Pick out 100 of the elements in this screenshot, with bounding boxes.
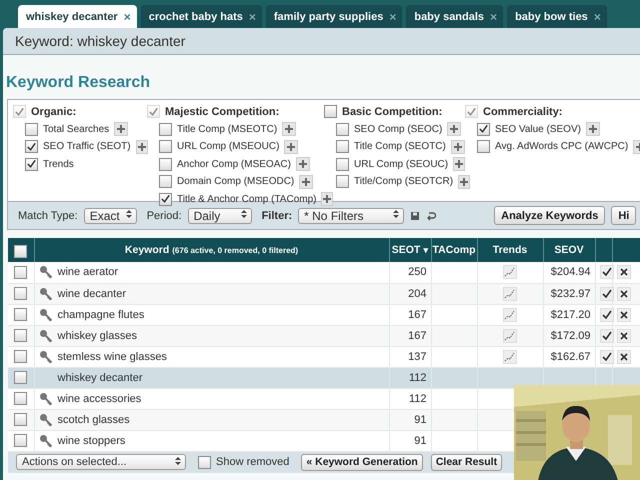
table-cell: 91 <box>389 430 431 451</box>
keyword-text: wine stoppers <box>58 434 126 446</box>
table-cell: 250 <box>389 262 431 283</box>
column-header[interactable]: TAComp <box>431 238 477 262</box>
filter-select[interactable]: * No Filters <box>298 208 404 224</box>
select-all-checkbox[interactable] <box>14 245 28 258</box>
undo-icon[interactable] <box>426 210 436 220</box>
table-row[interactable]: stemless wine glasses 137 $162.67 <box>8 346 640 367</box>
button[interactable]: Hi <box>611 206 636 225</box>
keyword-text: wine decanter <box>58 288 126 300</box>
button[interactable]: Clear Result <box>430 454 502 470</box>
key-icon[interactable] <box>38 350 52 364</box>
key-icon[interactable] <box>38 265 52 280</box>
table-cell: $232.97 <box>543 283 595 304</box>
keyword-header: Keyword: whiskey decanter <box>3 28 640 55</box>
table-cell: 167 <box>389 325 431 346</box>
key-icon[interactable] <box>38 412 52 426</box>
key-icon[interactable] <box>38 392 52 406</box>
period-select[interactable]: Daily <box>188 208 252 224</box>
trend-chart-icon[interactable] <box>503 286 517 300</box>
tab-label: crochet baby hats <box>148 10 243 22</box>
table-cell: 167 <box>389 304 431 325</box>
checkmark-icon[interactable] <box>600 308 614 322</box>
field-label: Period: <box>146 210 182 222</box>
column-header[interactable]: Trends <box>477 238 543 262</box>
checkbox[interactable] <box>14 371 28 384</box>
save-icon[interactable] <box>410 210 420 220</box>
table-cell: $204.94 <box>543 262 595 283</box>
key-icon[interactable] <box>38 328 52 342</box>
close-icon[interactable]: × <box>594 10 601 24</box>
option-label: Anchor Comp (MSEOAC) <box>177 158 291 170</box>
checkbox[interactable] <box>14 350 28 363</box>
checkbox[interactable] <box>198 456 211 468</box>
option-label: SEO Comp (SEOC) <box>354 124 442 135</box>
checkmark-icon[interactable] <box>600 265 614 280</box>
table-cell: $217.20 <box>543 304 595 325</box>
checkmark-icon[interactable] <box>600 328 614 342</box>
table-row[interactable]: wine aerator 250 $204.94 <box>8 262 640 283</box>
keyword-text: stemless wine glasses <box>58 350 167 362</box>
checkbox[interactable] <box>14 287 28 300</box>
tab[interactable]: whiskey decanter × <box>18 5 137 28</box>
group-label: Basic Competition: <box>342 106 442 118</box>
close-icon[interactable] <box>616 350 630 364</box>
option-label: Trends <box>43 158 74 170</box>
actions-select[interactable]: Actions on selected... <box>16 454 186 470</box>
match-type-select[interactable]: Exact <box>84 208 137 224</box>
checkmark-icon[interactable] <box>600 286 614 300</box>
column-header[interactable]: SEOV <box>543 238 595 262</box>
checkbox[interactable] <box>336 140 349 154</box>
key-icon[interactable] <box>38 434 52 448</box>
tab[interactable]: family party supplies × <box>266 5 402 28</box>
trend-chart-icon[interactable] <box>503 308 517 322</box>
key-icon[interactable] <box>38 308 52 322</box>
group-label: Majestic Competition: <box>165 106 280 118</box>
checkbox[interactable] <box>14 266 28 279</box>
header-cell <box>595 238 612 262</box>
tab[interactable]: baby bow ties × <box>507 5 607 28</box>
option-label: Avg. AdWords CPC (AWCPC) <box>495 141 628 152</box>
checkbox[interactable] <box>14 308 28 321</box>
checkbox[interactable] <box>14 434 28 447</box>
close-icon[interactable]: × <box>389 10 396 24</box>
tab-label: baby bow ties <box>515 10 588 22</box>
option-label: Title Comp (MSEOTC) <box>177 124 278 135</box>
close-icon[interactable] <box>616 265 630 280</box>
close-icon[interactable] <box>616 286 630 300</box>
plus-icon[interactable] <box>453 157 466 172</box>
key-icon[interactable] <box>38 286 52 300</box>
group-label: Organic: <box>31 106 76 118</box>
plus-icon[interactable] <box>450 140 465 154</box>
keyword-text: champagne flutes <box>58 308 144 320</box>
column-header[interactable]: SEOT ▾ <box>389 238 431 262</box>
close-icon[interactable] <box>616 308 630 322</box>
button[interactable]: « Keyword Generation <box>301 454 423 470</box>
close-icon[interactable]: × <box>248 10 256 24</box>
checkbox[interactable] <box>14 413 28 426</box>
button[interactable]: Analyze Keywords <box>494 206 606 225</box>
checkbox[interactable] <box>324 105 337 118</box>
close-icon[interactable] <box>616 328 630 342</box>
group-label: Commerciality: <box>483 106 562 118</box>
tab[interactable]: crochet baby hats × <box>140 5 262 28</box>
table-cell: $172.09 <box>543 325 595 346</box>
trend-chart-icon[interactable] <box>503 265 517 280</box>
checkbox[interactable] <box>336 122 349 136</box>
checkbox[interactable] <box>336 175 349 188</box>
close-icon[interactable]: × <box>124 10 131 24</box>
option-label: URL Comp (MSEOUC) <box>177 141 280 152</box>
trend-chart-icon[interactable] <box>503 328 517 342</box>
checkmark-icon[interactable] <box>600 350 614 364</box>
option-label: Title/Comp (SEOTCR) <box>354 176 454 188</box>
checkbox[interactable] <box>336 158 349 171</box>
plus-icon[interactable] <box>447 122 462 136</box>
plus-icon[interactable] <box>458 174 470 189</box>
close-icon[interactable]: × <box>490 10 498 24</box>
table-row[interactable]: champagne flutes 167 $217.20 <box>8 304 640 325</box>
checkbox[interactable] <box>14 392 28 405</box>
trend-chart-icon[interactable] <box>503 350 517 364</box>
tab[interactable]: baby sandals × <box>406 5 504 28</box>
checkbox[interactable] <box>14 329 28 342</box>
option-label: SEO Value (SEOV) <box>495 124 581 135</box>
keyword-text: wine aerator <box>58 266 118 278</box>
